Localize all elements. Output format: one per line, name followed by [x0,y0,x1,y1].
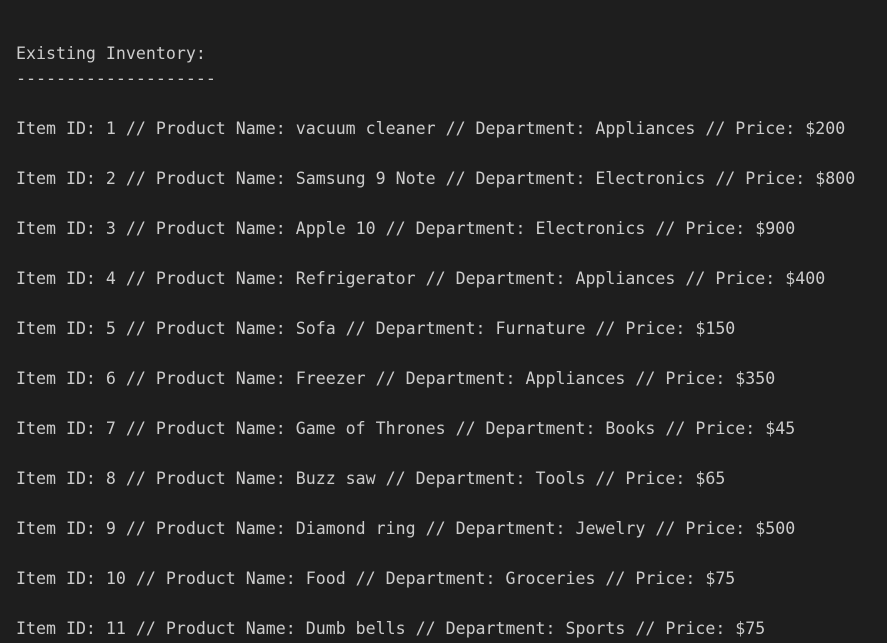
inventory-item: Item ID: 8 // Product Name: Buzz saw // … [16,469,726,488]
inventory-item: Item ID: 7 // Product Name: Game of Thro… [16,419,796,438]
inventory-item: Item ID: 3 // Product Name: Apple 10 // … [16,219,796,238]
terminal-output: Existing Inventory: --------------------… [0,0,887,641]
inventory-item: Item ID: 2 // Product Name: Samsung 9 No… [16,169,856,188]
inventory-item: Item ID: 1 // Product Name: vacuum clean… [16,119,846,138]
inventory-item: Item ID: 10 // Product Name: Food // Dep… [16,569,736,588]
inventory-item: Item ID: 6 // Product Name: Freezer // D… [16,369,776,388]
inventory-heading: Existing Inventory: [16,44,206,63]
separator-line: -------------------- [16,69,216,88]
inventory-item: Item ID: 9 // Product Name: Diamond ring… [16,519,796,538]
inventory-item: Item ID: 4 // Product Name: Refrigerator… [16,269,826,288]
inventory-item: Item ID: 5 // Product Name: Sofa // Depa… [16,319,736,338]
inventory-item: Item ID: 11 // Product Name: Dumb bells … [16,619,766,638]
